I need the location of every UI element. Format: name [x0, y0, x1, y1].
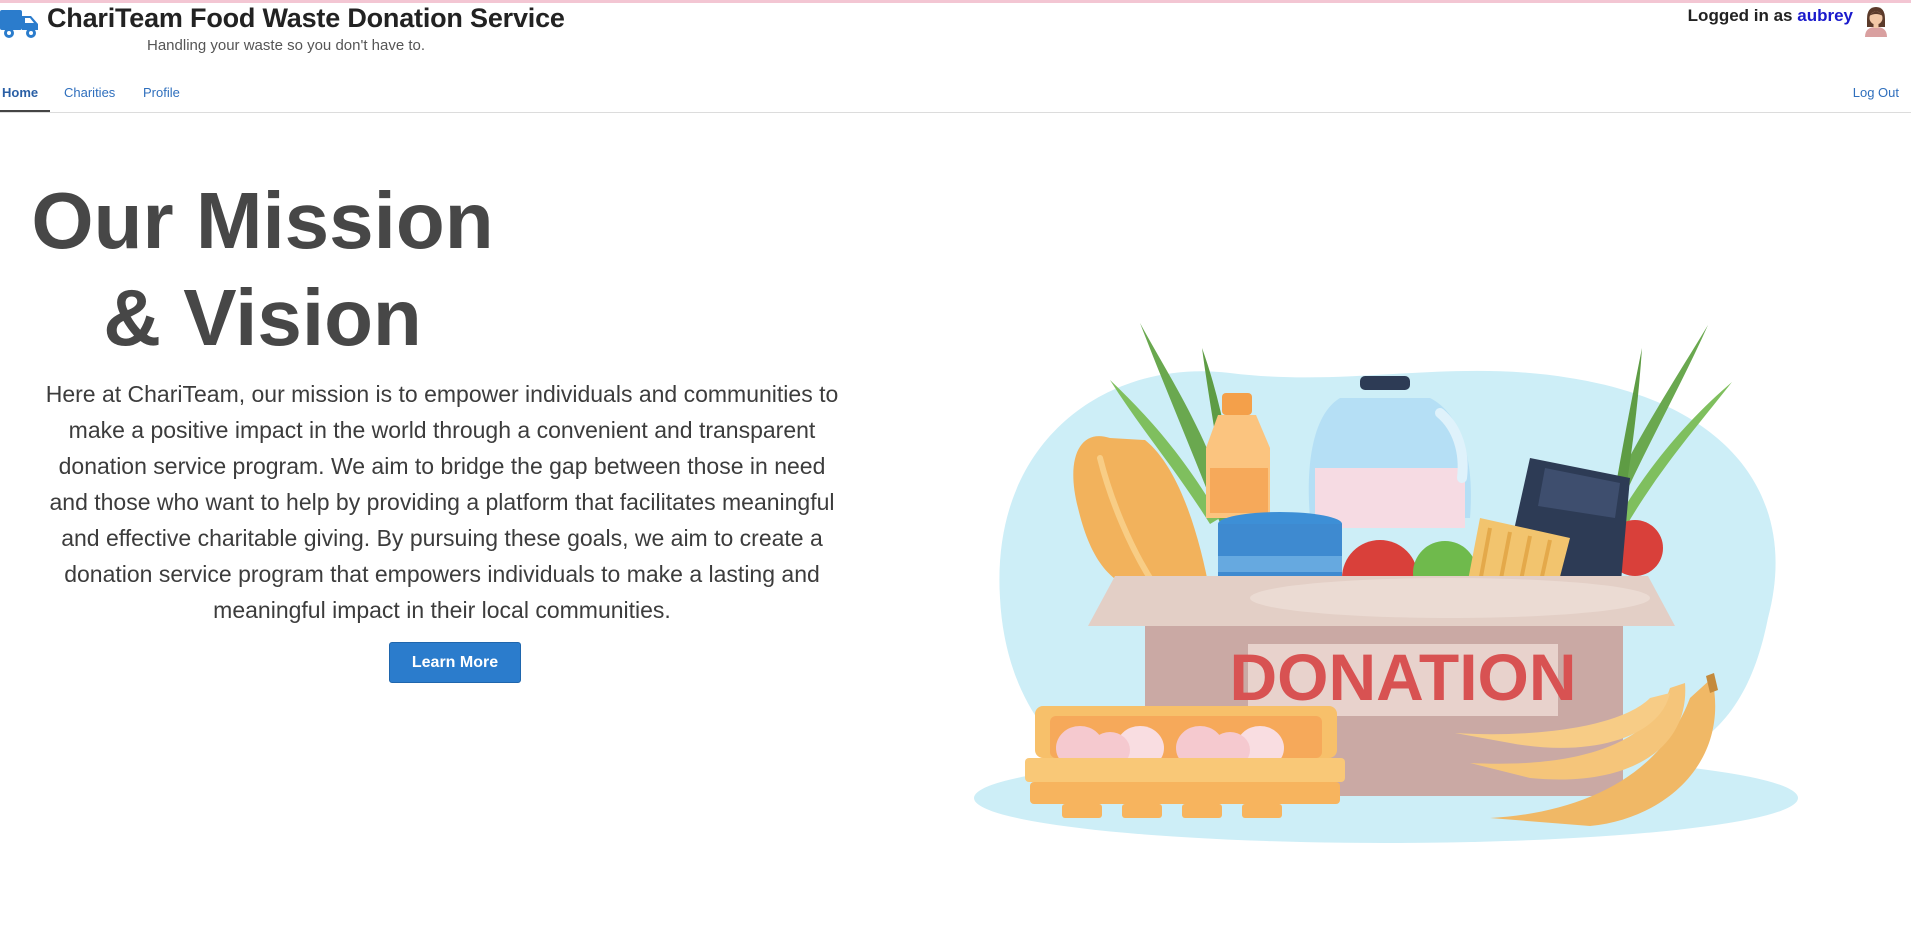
donation-box-illustration: DONATION	[974, 323, 1798, 843]
user-avatar[interactable]	[1861, 5, 1891, 37]
nav-item-home[interactable]: Home	[2, 85, 38, 100]
login-status-label: Logged in as	[1687, 6, 1793, 25]
nav-item-charities[interactable]: Charities	[64, 85, 115, 100]
site-header: ChariTeam Food Waste Donation Service Ha…	[0, 3, 1911, 63]
username-link[interactable]: aubrey	[1797, 6, 1853, 25]
site-title: ChariTeam Food Waste Donation Service	[47, 3, 565, 33]
hero-heading-line2: & Vision	[103, 273, 422, 362]
learn-more-button[interactable]: Learn More	[389, 642, 521, 683]
main-nav: Home Charities Profile Log Out	[0, 80, 1911, 113]
login-status: Logged in as aubrey	[1688, 6, 1853, 26]
nav-item-profile[interactable]: Profile	[143, 85, 180, 100]
donation-box-label: DONATION	[1229, 640, 1576, 714]
truck-icon	[0, 10, 38, 38]
mission-paragraph: Here at ChariTeam, our mission is to emp…	[45, 381, 839, 623]
hero-heading-line1: Our Mission	[31, 176, 494, 265]
hero-heading: Our Mission & Vision	[0, 172, 525, 366]
site-tagline: Handling your waste so you don't have to…	[147, 37, 426, 54]
logout-link[interactable]: Log Out	[1853, 85, 1899, 100]
nav-active-indicator	[0, 110, 50, 112]
